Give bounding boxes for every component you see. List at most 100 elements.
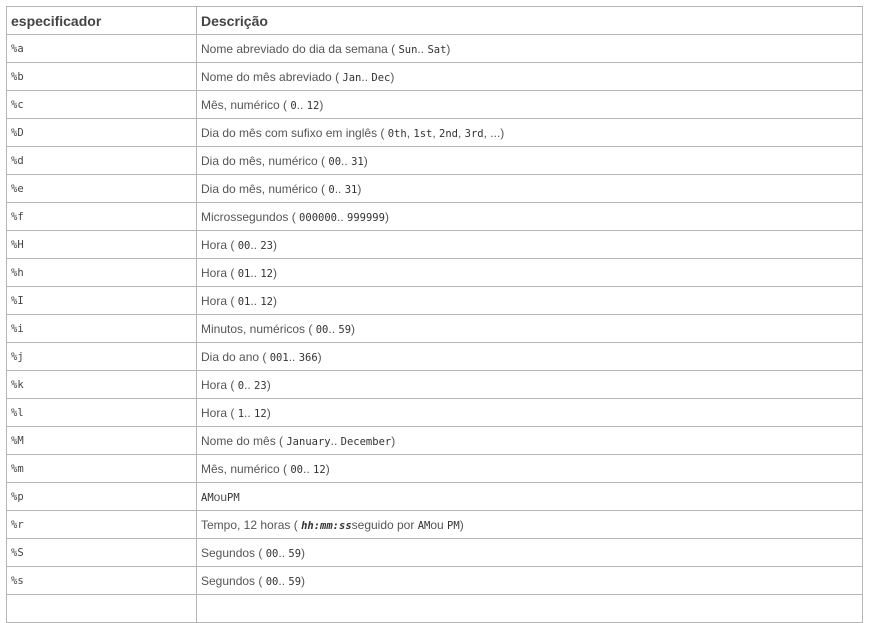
specifier-cell (6, 594, 197, 623)
description-text: Segundos ( (201, 573, 266, 588)
description-text: Dia do mês com sufixo em inglês ( (201, 125, 388, 140)
specifier-cell: %p (6, 482, 197, 511)
description-cell: Nome do mês ( January.. December) (196, 426, 863, 455)
specifier-cell: %m (6, 454, 197, 483)
table-row: %f Microssegundos ( 000000.. 999999) (6, 202, 863, 231)
table-row: %e Dia do mês, numérico ( 0.. 31) (6, 174, 863, 203)
description-text: ) (446, 41, 451, 56)
code-literal: PM (447, 519, 460, 532)
table-row: %a Nome abreviado do dia da semana ( Sun.… (6, 34, 863, 63)
code-literal: 59 (288, 547, 302, 560)
description-cell: Nome do mês abreviado ( Jan.. Dec) (196, 62, 863, 91)
description-cell: Mês, numérico ( 0.. 12) (196, 90, 863, 119)
code-literal: Jan (342, 71, 362, 84)
description-cell: AMouPM (196, 482, 863, 511)
description-text: Dia do mês, numérico ( (201, 181, 329, 196)
description-text: ) (266, 377, 271, 392)
specifier-cell: %c (6, 90, 197, 119)
code-literal: 3rd (464, 127, 484, 140)
code-literal: Dec (371, 71, 391, 84)
specifier-cell: %a (6, 34, 197, 63)
specifier-cell: %f (6, 202, 197, 231)
description-text: .. (250, 237, 261, 252)
description-cell: Dia do ano ( 001.. 366) (196, 342, 863, 371)
specifier-cell: %D (6, 118, 197, 147)
table-row: %I Hora ( 01.. 12) (6, 286, 863, 315)
description-text: ) (384, 209, 389, 224)
table-row: %p AMouPM (6, 482, 863, 511)
description-text: Hora ( (201, 237, 238, 252)
description-text: ) (319, 97, 324, 112)
table-row: %c Mês, numérico ( 0.. 12) (6, 90, 863, 119)
description-text: .. (244, 377, 255, 392)
description-cell: Hora ( 01.. 12) (196, 258, 863, 287)
code-placeholder: hh:mm:ss (301, 519, 352, 532)
code-literal: 000000 (299, 211, 337, 224)
description-text: ) (266, 405, 271, 420)
table-row: %i Minutos, numéricos ( 00.. 59) (6, 314, 863, 343)
description-cell: Hora ( 0.. 23) (196, 370, 863, 399)
table-row: %d Dia do mês, numérico ( 00.. 31) (6, 146, 863, 175)
code-literal: 00 (265, 575, 279, 588)
description-cell: Dia do mês com sufixo em inglês ( 0th, 1… (196, 118, 863, 147)
code-literal: 31 (344, 183, 358, 196)
description-cell: Segundos ( 00.. 59) (196, 566, 863, 595)
description-text: ) (301, 573, 306, 588)
description-text: Mês, numérico ( (201, 97, 291, 112)
description-text: Hora ( (201, 293, 238, 308)
code-literal: January (286, 435, 331, 448)
description-text: ) (391, 433, 396, 448)
specifier-cell: %s (6, 566, 197, 595)
description-cell: Microssegundos ( 000000.. 999999) (196, 202, 863, 231)
table-row: %H Hora ( 00.. 23) (6, 230, 863, 259)
description-text: Hora ( (201, 377, 238, 392)
description-text: .. (330, 433, 341, 448)
specifier-cell: %i (6, 314, 197, 343)
code-literal: 001 (269, 351, 289, 364)
description-text: ou (213, 489, 228, 504)
description-text: .. (278, 545, 289, 560)
description-text: Segundos ( (201, 545, 266, 560)
description-text: Dia do mês, numérico ( (201, 153, 329, 168)
description-text: ) (273, 237, 278, 252)
description-text: , (457, 125, 465, 140)
description-text: Hora ( (201, 405, 238, 420)
description-text: Minutos, numéricos ( (201, 321, 316, 336)
table-body: %a Nome abreviado do dia da semana ( Sun.… (6, 34, 863, 623)
code-literal: December (340, 435, 392, 448)
code-literal: 00 (237, 239, 251, 252)
table-row: %M Nome do mês ( January.. December) (6, 426, 863, 455)
description-cell: Segundos ( 00.. 59) (196, 538, 863, 567)
code-literal: 59 (288, 575, 302, 588)
column-header-description: Descrição (196, 6, 863, 35)
description-text: ) (301, 545, 306, 560)
description-cell: Minutos, numéricos ( 00.. 59) (196, 314, 863, 343)
code-literal: AM (201, 491, 214, 504)
description-text: , (432, 125, 440, 140)
description-text: seguido por (351, 517, 418, 532)
table-row: %r Tempo, 12 horas ( hh:mm:ssseguido por … (6, 510, 863, 539)
table-row: %b Nome do mês abreviado ( Jan.. Dec) (6, 62, 863, 91)
table-row (6, 594, 863, 623)
description-cell: Tempo, 12 horas ( hh:mm:ssseguido por AM… (196, 510, 863, 539)
description-text: .. (250, 293, 261, 308)
description-text: .. (250, 265, 261, 280)
code-literal: 00 (328, 155, 342, 168)
specifier-cell: %h (6, 258, 197, 287)
description-text: Nome do mês abreviado ( (201, 69, 343, 84)
description-cell: Nome abreviado do dia da semana ( Sun.. … (196, 34, 863, 63)
column-header-specifier: especificador (6, 6, 197, 35)
code-literal: 12 (313, 463, 326, 476)
specifier-cell: %k (6, 370, 197, 399)
description-text: , ...) (483, 125, 505, 140)
description-text: .. (336, 209, 347, 224)
specifier-cell: %d (6, 146, 197, 175)
format-specifier-table: especificador Descrição %a Nome abreviado… (6, 6, 863, 623)
code-literal: 0th (387, 127, 407, 140)
description-text: ) (273, 293, 278, 308)
description-text: .. (303, 461, 314, 476)
specifier-cell: %j (6, 342, 197, 371)
description-text: .. (244, 405, 255, 420)
code-literal: 59 (338, 323, 352, 336)
specifier-cell: %e (6, 174, 197, 203)
